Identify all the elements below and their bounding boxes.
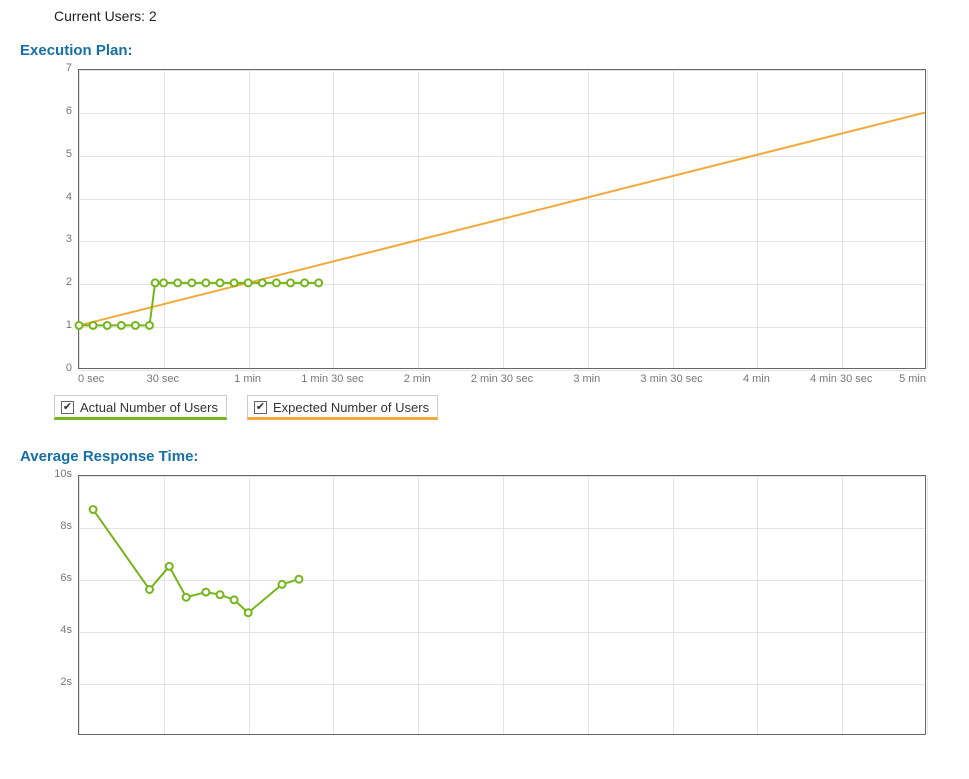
- y-tick-label: 5: [66, 148, 72, 160]
- execution-plan-title: Execution Plan:: [20, 42, 949, 59]
- y-tick-label: 2s: [60, 676, 72, 688]
- x-tick-label: 4 min: [743, 373, 770, 385]
- y-tick-label: 1: [66, 319, 72, 331]
- y-tick-label: 2: [66, 276, 72, 288]
- x-tick-label: 30 sec: [147, 373, 179, 385]
- checkbox-icon: ✔: [254, 401, 267, 414]
- x-tick-label: 3 min 30 sec: [640, 373, 702, 385]
- x-tick-label: 1 min: [234, 373, 261, 385]
- y-tick-label: 6: [66, 105, 72, 117]
- chart1-y-ticks: 01234567: [54, 69, 78, 369]
- execution-plan-chart: Number of Virtual Users 01234567 0 sec30…: [20, 69, 949, 385]
- checkbox-icon: ✔: [61, 401, 74, 414]
- x-tick-label: 0 sec: [78, 373, 104, 385]
- chart1-legend: ✔ Actual Number of Users ✔ Expected Numb…: [54, 395, 949, 420]
- y-tick-label: 8s: [60, 520, 72, 532]
- legend-expected-users[interactable]: ✔ Expected Number of Users: [247, 395, 438, 420]
- x-tick-label: 2 min: [404, 373, 431, 385]
- x-tick-label: 1 min 30 sec: [301, 373, 363, 385]
- y-tick-label: 4s: [60, 624, 72, 636]
- legend-expected-users-label: Expected Number of Users: [273, 400, 429, 415]
- x-tick-label: 2 min 30 sec: [471, 373, 533, 385]
- chart1-x-ticks: 0 sec 30 sec 1 min 1 min 30 sec 2 min 2 min 3…: [78, 369, 926, 385]
- y-tick-label: 10s: [54, 468, 72, 480]
- y-tick-label: 3: [66, 233, 72, 245]
- chart2-plot-area: [78, 475, 926, 735]
- avg-response-chart: Average Response Time 2s4s6s8s10s: [20, 475, 949, 735]
- chart1-plot-area: [78, 69, 926, 369]
- y-tick-label: 0: [66, 362, 72, 374]
- x-tick-label: 3 min: [573, 373, 600, 385]
- legend-actual-users[interactable]: ✔ Actual Number of Users: [54, 395, 227, 420]
- y-tick-label: 6s: [60, 572, 72, 584]
- chart2-y-ticks: 2s4s6s8s10s: [54, 475, 78, 735]
- legend-actual-users-label: Actual Number of Users: [80, 400, 218, 415]
- y-tick-label: 7: [66, 62, 72, 74]
- y-tick-label: 4: [66, 191, 72, 203]
- avg-response-title: Average Response Time:: [20, 448, 949, 465]
- current-users-label: Current Users: 2: [54, 8, 949, 24]
- x-tick-label: 5 min: [899, 373, 926, 385]
- x-tick-label: 4 min 30 sec: [810, 373, 872, 385]
